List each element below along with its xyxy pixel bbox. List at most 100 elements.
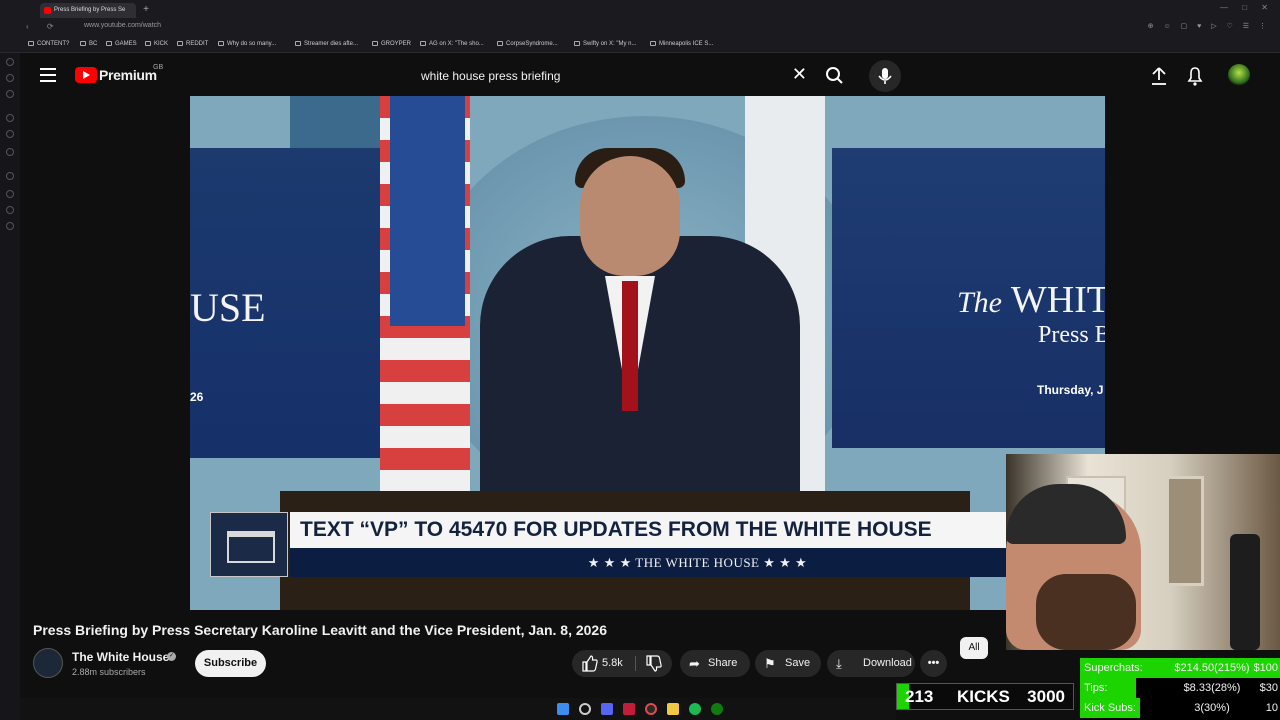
lower-third-subtext: ★ ★ ★ THE WHITE HOUSE ★ ★ ★ xyxy=(290,548,1105,577)
x-icon xyxy=(420,41,426,46)
bookmark-item[interactable]: Streamer dies afte... xyxy=(295,41,358,47)
bookmark-item[interactable]: CorpseSyndrome... xyxy=(497,41,558,47)
folder-icon xyxy=(28,41,34,46)
close-icon[interactable]: ✕ xyxy=(792,64,807,85)
nav-buttons[interactable]: ‹ ⟳ xyxy=(26,22,62,31)
download-icon: ⤓ xyxy=(836,656,842,671)
bookmark-item[interactable]: GAMES xyxy=(106,41,137,47)
avatar[interactable] xyxy=(1228,64,1250,86)
backdrop-date-right: Thursday, J xyxy=(1037,383,1104,397)
dislike-button[interactable] xyxy=(644,650,662,688)
channel-name[interactable]: The White House xyxy=(72,650,169,664)
bookmark-item[interactable]: Why do so many... xyxy=(218,41,276,47)
streamer-webcam xyxy=(1006,454,1280,650)
kick-subs-goal: Kick Subs: 3(30%) 10 xyxy=(1080,698,1280,718)
donation-goals: Superchats: $214.50(215%) $100 Tips: $8.… xyxy=(1080,658,1280,720)
browser-tab-bar xyxy=(0,0,1280,20)
kicks-count: 213 xyxy=(905,687,934,706)
sidebar-icon[interactable] xyxy=(6,58,14,66)
menu-icon[interactable] xyxy=(40,68,56,82)
subscriber-count: 2.88m subscribers xyxy=(72,667,146,677)
bookmark-item[interactable]: BC xyxy=(80,41,97,47)
search-button[interactable] xyxy=(819,60,851,92)
backdrop-date-left: 26 xyxy=(190,390,204,404)
like-count: 5.8k xyxy=(602,657,623,669)
bookmark-item[interactable]: KICK xyxy=(145,41,168,47)
voice-search-button[interactable] xyxy=(869,60,901,92)
instagram-icon[interactable] xyxy=(6,148,14,156)
folder-icon xyxy=(372,41,378,46)
taskbar xyxy=(20,698,896,720)
bell-icon xyxy=(1187,67,1203,86)
sidebar-icon[interactable] xyxy=(6,190,14,198)
tab-title: Press Briefing by Press Se xyxy=(54,7,126,13)
url-field[interactable]: www.youtube.com/watch xyxy=(84,22,161,29)
youtube-play-icon xyxy=(75,66,97,83)
youtube-icon xyxy=(650,41,656,46)
country-code: GB xyxy=(153,64,164,71)
kicks-goal: 3000 xyxy=(1027,687,1065,706)
chrome-icon[interactable] xyxy=(645,703,657,715)
video-player[interactable]: USE 26 The WHIT Press B Thursday, J TEXT… xyxy=(190,96,1105,610)
channel-avatar[interactable] xyxy=(33,648,63,678)
bookmark-item[interactable]: REDDIT xyxy=(177,41,208,47)
browser-taskbar-icon[interactable] xyxy=(623,703,635,715)
share-button[interactable]: ➦ Share xyxy=(680,650,750,677)
messenger-icon[interactable] xyxy=(6,130,14,138)
upload-button[interactable] xyxy=(1148,64,1170,88)
bookmark-item[interactable]: Swifty on X: "My n... xyxy=(574,41,636,47)
folder-icon xyxy=(106,41,112,46)
sidebar-icon[interactable] xyxy=(6,206,14,214)
twitch-icon[interactable] xyxy=(6,114,14,122)
search-icon xyxy=(826,67,843,84)
browser-sidebar xyxy=(0,0,20,720)
sidebar-icon[interactable] xyxy=(6,172,14,180)
bookmark-item[interactable]: AG on X: "The sho... xyxy=(420,41,484,47)
bookmark-item[interactable]: CONTENT? xyxy=(28,41,69,47)
backdrop-title-left: USE xyxy=(190,285,266,330)
youtube-favicon-icon xyxy=(44,7,51,14)
sidebar-icon[interactable] xyxy=(6,90,14,98)
backdrop-subtitle-right: Press B xyxy=(1038,322,1105,348)
more-actions-button[interactable]: ••• xyxy=(920,650,947,677)
extensions-bar[interactable]: ⊕ ☺ ▢ ♥ ▷ ♡ ☰ ⋮ xyxy=(1148,22,1270,30)
save-button[interactable]: ⚑ Save xyxy=(755,650,821,677)
spotify-icon[interactable] xyxy=(689,703,701,715)
bookmark-icon xyxy=(497,41,503,46)
search-input[interactable]: white house press briefing ✕ xyxy=(409,60,817,92)
kicks-label: KICKS xyxy=(957,687,1010,706)
folder-icon xyxy=(177,41,183,46)
download-button[interactable]: ⤓ Download xyxy=(827,650,915,677)
chip-all[interactable]: All xyxy=(960,637,988,659)
thumbs-up-icon xyxy=(582,655,598,672)
upload-icon xyxy=(1152,67,1166,85)
mic-icon xyxy=(878,68,892,84)
folder-icon xyxy=(80,41,86,46)
new-tab-button[interactable]: + xyxy=(140,3,152,17)
settings-icon[interactable] xyxy=(6,222,14,230)
discord-icon[interactable] xyxy=(601,703,613,715)
superchats-goal: Superchats: $214.50(215%) $100 xyxy=(1080,658,1280,678)
kicks-goal-bar: 213 KICKS 3000 xyxy=(896,683,1074,710)
bookmark-icon xyxy=(295,41,301,46)
subscribe-button[interactable]: Subscribe xyxy=(195,650,266,677)
folder-icon[interactable] xyxy=(667,703,679,715)
sidebar-icon[interactable] xyxy=(6,74,14,82)
xbox-icon[interactable] xyxy=(711,703,723,715)
backdrop-title-right: The WHIT xyxy=(957,279,1105,321)
bookmark-item[interactable]: Minneapolis ICE S... xyxy=(650,41,713,47)
address-bar xyxy=(0,20,1280,38)
notifications-button[interactable] xyxy=(1184,64,1206,88)
youtube-logo[interactable]: Premium GB xyxy=(75,64,163,84)
search-icon[interactable] xyxy=(579,703,591,715)
like-button[interactable] xyxy=(580,650,598,688)
bookmark-item[interactable]: GROYPER xyxy=(372,41,411,47)
video-title: Press Briefing by Press Secretary Karoli… xyxy=(33,622,608,638)
search-value: white house press briefing xyxy=(421,69,561,83)
window-controls[interactable]: — □ ✕ xyxy=(1220,3,1274,12)
share-icon: ➦ xyxy=(689,656,700,671)
thumbs-down-icon xyxy=(646,655,662,672)
windows-start-icon[interactable] xyxy=(557,703,569,715)
browser-tab[interactable]: Press Briefing by Press Se xyxy=(40,3,136,18)
folder-icon xyxy=(145,41,151,46)
